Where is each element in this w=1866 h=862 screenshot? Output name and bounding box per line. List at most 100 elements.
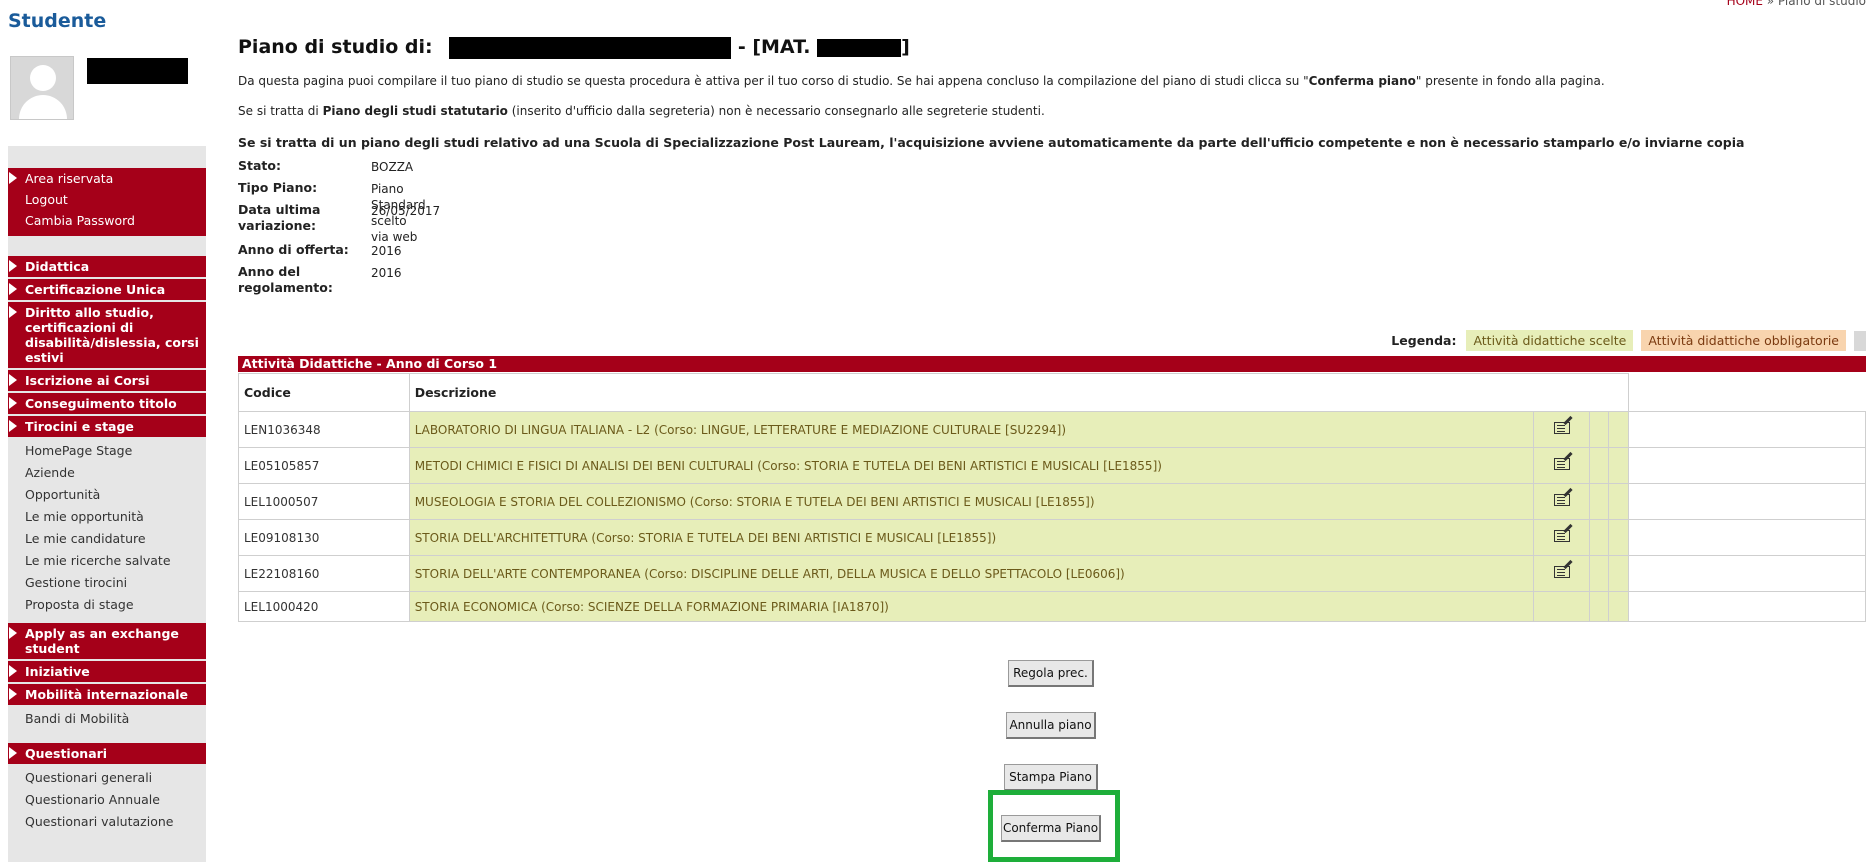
regola-prec-button[interactable]: Regola prec. <box>1008 660 1094 687</box>
breadcrumb-home-link[interactable]: HOME <box>1727 0 1763 8</box>
redacted-user-name <box>87 58 188 84</box>
arrow-right-icon <box>9 374 17 386</box>
conferma-piano-button[interactable]: Conferma Piano <box>1001 815 1101 842</box>
table-row: LEL1000507 MUSEOLOGIA E STORIA DEL COLLEZ… <box>238 483 1866 520</box>
cell-edit <box>1533 591 1590 622</box>
annulla-piano-button[interactable]: Annulla piano <box>1006 712 1096 739</box>
arrow-right-icon <box>9 172 17 184</box>
label-stato: Stato: <box>238 158 281 173</box>
arrow-right-icon <box>9 283 17 295</box>
arrow-right-icon <box>9 260 17 272</box>
arrow-right-icon <box>9 665 17 677</box>
breadcrumb: HOME » Piano di studio <box>1727 0 1866 8</box>
label-tipo-piano: Tipo Piano: <box>238 180 318 195</box>
cell-code: LE05105857 <box>238 447 410 484</box>
sidebar-section-tirocini[interactable]: Tirocini e stage <box>8 414 206 437</box>
arrow-right-icon <box>9 306 17 318</box>
col-header-codice: Codice <box>238 373 410 412</box>
table-row: LE05105857 METODI CHIMICI E FISICI DI ANA… <box>238 447 1866 484</box>
intro-paragraph-2: Se si tratta di Piano degli studi statut… <box>238 104 1045 118</box>
sidebar-link-area-riservata[interactable]: Area riservata <box>8 168 206 189</box>
sidebar-item-aziende[interactable]: Aziende <box>8 462 206 484</box>
cell-code: LEN1036348 <box>238 411 410 448</box>
sidebar-item-questionario-annuale[interactable]: Questionario Annuale <box>8 789 206 811</box>
sidebar-section-conseguimento-titolo[interactable]: Conseguimento titolo <box>8 391 206 414</box>
cell-edit <box>1533 555 1590 592</box>
sidebar-section-didattica[interactable]: Didattica <box>8 254 206 277</box>
value-data-variazione: 26/05/2017 <box>371 204 441 218</box>
sidebar-section-mobilita[interactable]: Mobilità internazionale <box>8 682 206 705</box>
breadcrumb-current: Piano di studio <box>1777 0 1866 8</box>
sidebar-section-iniziative[interactable]: Iniziative <box>8 659 206 682</box>
cell-edit <box>1533 483 1590 520</box>
sidebar-section-certificazione-unica[interactable]: Certificazione Unica <box>8 277 206 300</box>
value-stato: BOZZA <box>371 160 414 174</box>
activities-table: Codice Descrizione LEN1036348 LABORATORIO… <box>238 373 1866 622</box>
cell-code: LE22108160 <box>238 555 410 592</box>
user-links: Area riservata Logout Cambia Password <box>8 168 206 236</box>
mobilita-submenu: Bandi di Mobilità <box>8 705 206 735</box>
cell-code: LEL1000507 <box>238 483 410 520</box>
cell-edit <box>1533 411 1590 448</box>
legend-chosen: Attività didattiche scelte <box>1466 330 1634 351</box>
redacted-student-name <box>449 36 732 59</box>
edit-icon[interactable] <box>1553 422 1570 434</box>
table-row: LEL1000420 STORIA ECONOMICA (Corso: SCIEN… <box>238 591 1866 622</box>
edit-icon[interactable] <box>1553 566 1570 578</box>
cell-description: STORIA DELL'ARTE CONTEMPORANEA (Corso: D… <box>408 555 1535 592</box>
edit-icon[interactable] <box>1553 530 1570 542</box>
sidebar-item-mie-opportunita[interactable]: Le mie opportunità <box>8 506 206 528</box>
sidebar: Studente Area riservata Logout Cambia Pa… <box>8 0 206 862</box>
table-caption: Attività Didattiche - Anno di Corso 1 <box>238 356 1866 372</box>
arrow-right-icon <box>9 420 17 432</box>
questionari-submenu: Questionari generali Questionario Annual… <box>8 764 206 838</box>
value-anno-offerta: 2016 <box>371 244 402 258</box>
sidebar-section-diritto-allo-studio[interactable]: Diritto allo studio, certificazioni di d… <box>8 300 206 368</box>
sidebar-section-iscrizione-corsi[interactable]: Iscrizione ai Corsi <box>8 368 206 391</box>
edit-icon[interactable] <box>1553 458 1570 470</box>
avatar <box>10 56 74 120</box>
sidebar-item-homepage-stage[interactable]: HomePage Stage <box>8 440 206 462</box>
label-anno-offerta: Anno di offerta: <box>238 242 349 257</box>
sidebar-item-opportunita[interactable]: Opportunità <box>8 484 206 506</box>
table-row: LE22108160 STORIA DELL'ARTE CONTEMPORANEA… <box>238 555 1866 592</box>
cell-edit <box>1533 447 1590 484</box>
sidebar-item-questionari-generali[interactable]: Questionari generali <box>8 767 206 789</box>
intro-paragraph-3: Se si tratta di un piano degli studi rel… <box>238 135 1745 150</box>
sidebar-item-proposta-stage[interactable]: Proposta di stage <box>8 594 206 616</box>
cell-code: LE09108130 <box>238 519 410 556</box>
cell-description: METODI CHIMICI E FISICI DI ANALISI DEI B… <box>408 447 1535 484</box>
sidebar-link-cambia-password[interactable]: Cambia Password <box>8 210 206 236</box>
label-data-variazione: Data ultima variazione: <box>238 202 321 233</box>
arrow-right-icon <box>9 627 17 639</box>
col-header-descrizione: Descrizione <box>408 373 1629 412</box>
legend-other <box>1854 330 1866 351</box>
cell-description: MUSEOLOGIA E STORIA DEL COLLEZIONISMO (C… <box>408 483 1535 520</box>
table-row: LEN1036348 LABORATORIO DI LINGUA ITALIANA… <box>238 411 1866 448</box>
edit-icon[interactable] <box>1553 494 1570 506</box>
stampa-piano-button[interactable]: Stampa Piano <box>1004 764 1098 791</box>
sidebar-section-apply-exchange[interactable]: Apply as an exchange student <box>8 621 206 659</box>
sidebar-item-gestione-tirocini[interactable]: Gestione tirocini <box>8 572 206 594</box>
legend-title: Legenda: <box>1391 333 1457 348</box>
value-anno-regolamento: 2016 <box>371 266 402 280</box>
cell-description: STORIA DELL'ARCHITETTURA (Corso: STORIA … <box>408 519 1535 556</box>
sidebar-item-mie-candidature[interactable]: Le mie candidature <box>8 528 206 550</box>
arrow-right-icon <box>9 747 17 759</box>
cell-edit <box>1533 519 1590 556</box>
cell-description: STORIA ECONOMICA (Corso: SCIENZE DELLA F… <box>408 591 1535 622</box>
tirocini-submenu: HomePage Stage Aziende Opportunità Le mi… <box>8 437 206 621</box>
sidebar-section-questionari[interactable]: Questionari <box>8 741 206 764</box>
legend: Legenda: Attività didattiche scelte Atti… <box>1391 330 1866 351</box>
arrow-right-icon <box>9 397 17 409</box>
legend-mandatory: Attività didattiche obbligatorie <box>1641 330 1846 351</box>
page-title: Piano di studio di: - [MAT. ] <box>238 36 910 59</box>
sidebar-item-bandi-mobilita[interactable]: Bandi di Mobilità <box>8 708 206 730</box>
intro-paragraph-1: Da questa pagina puoi compilare il tuo p… <box>238 74 1605 88</box>
sidebar-item-questionari-valutazione[interactable]: Questionari valutazione <box>8 811 206 833</box>
sidebar-link-logout[interactable]: Logout <box>8 189 206 210</box>
sidebar-item-ricerche-salvate[interactable]: Le mie ricerche salvate <box>8 550 206 572</box>
label-anno-regolamento: Anno del regolamento: <box>238 264 333 295</box>
arrow-right-icon <box>9 688 17 700</box>
user-box <box>8 34 206 146</box>
